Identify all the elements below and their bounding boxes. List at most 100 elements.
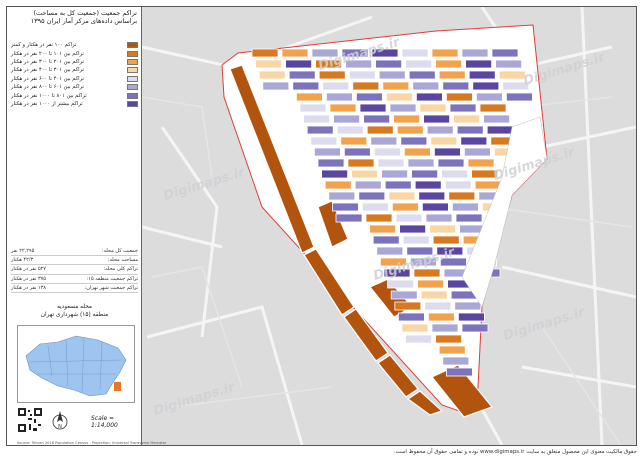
- census-block: [381, 169, 409, 179]
- stat-row: تراکم جمعیت شهر تهران: ۱۳۸ نفر در هکتار: [11, 284, 138, 293]
- census-block: [445, 92, 473, 102]
- census-block: [396, 125, 424, 135]
- census-block: [433, 147, 461, 157]
- stat-value: ۲۲,۲۹۵ نفر: [11, 248, 35, 254]
- census-block: [430, 136, 458, 146]
- census-block: [431, 323, 459, 333]
- census-block: [449, 103, 477, 113]
- census-block: [313, 147, 341, 157]
- legend-label: تراکم بین ۱۰۱ تا ۲۰۰ نفر در هکتار: [11, 50, 84, 57]
- stats-table: جمعیت کل محله: ۲۲,۲۹۵ نفر مساحت محله: ۴۲/۳ …: [11, 247, 138, 293]
- census-block: [414, 180, 442, 190]
- census-block: [495, 59, 523, 69]
- census-block: [455, 213, 483, 223]
- census-block: [375, 59, 403, 69]
- stat-value: ۱۳۸ نفر در هکتار: [11, 284, 46, 291]
- census-block: [419, 103, 447, 113]
- census-block: [299, 103, 327, 113]
- census-block: [262, 81, 290, 91]
- census-block: [358, 191, 386, 201]
- census-block: [333, 114, 361, 124]
- legend-item: تراکم بین ۳۰۱ تا ۴۰۰ نفر در هکتار: [11, 66, 138, 74]
- map-sheet: Digimaps.ir Digimaps.ir Digimaps.ir Digi…: [0, 0, 643, 461]
- census-block: [435, 59, 463, 69]
- census-block: [394, 301, 422, 311]
- census-block: [448, 191, 476, 201]
- legend-label: تراکم بین ۸۰۱ تا ۱۰۰۰ نفر در هکتار: [11, 92, 87, 99]
- census-block: [486, 125, 514, 135]
- census-block: [432, 235, 460, 245]
- census-block: [348, 70, 376, 80]
- census-block: [295, 92, 323, 102]
- census-block: [393, 114, 421, 124]
- census-block: [292, 81, 320, 91]
- census-block: [390, 290, 418, 300]
- stat-label: مساحت محله:: [107, 257, 138, 264]
- census-block: [336, 125, 364, 135]
- census-block: [438, 70, 466, 80]
- stat-value: ۵۲۷ نفر در هکتار: [11, 266, 46, 273]
- census-block: [335, 213, 363, 223]
- locator-svg: [25, 335, 127, 397]
- stat-label: جمعیت کل محله:: [101, 248, 138, 254]
- census-block: [424, 301, 452, 311]
- census-block: [417, 279, 445, 289]
- census-block: [401, 323, 429, 333]
- census-block: [343, 147, 371, 157]
- stat-label: تراکم جمعیت شهر تهران:: [84, 284, 138, 291]
- census-block: [475, 92, 503, 102]
- census-block: [438, 345, 466, 355]
- census-block: [461, 323, 489, 333]
- legend-swatch: [127, 84, 138, 91]
- neighborhood-name: محله مسعودیه: [56, 304, 93, 310]
- census-block: [403, 147, 431, 157]
- district-name: منطقه (۱۵) شهرداری تهران: [40, 312, 109, 318]
- census-block: [255, 59, 282, 69]
- north-arrow-icon: N: [51, 409, 69, 431]
- census-block: [399, 224, 427, 234]
- stat-row: تراکم کلی محله: ۵۲۷ نفر در هکتار: [11, 265, 138, 275]
- census-block: [354, 180, 382, 190]
- census-block: [405, 59, 433, 69]
- census-block: [391, 202, 419, 212]
- legend-item: تراکم بین ۶۰۱ تا ۸۰۰ نفر در هکتار: [11, 83, 138, 91]
- census-block: [306, 125, 334, 135]
- census-block: [397, 312, 425, 322]
- census-block: [387, 279, 415, 289]
- census-block: [429, 224, 457, 234]
- census-block: [285, 59, 313, 69]
- census-block: [384, 180, 412, 190]
- stat-value: ۳۷۵ نفر در هکتار: [11, 275, 46, 282]
- census-block: [453, 114, 481, 124]
- census-block: [418, 191, 446, 201]
- legend-label: تراکم بین ۴۰۱ تا ۶۰۰ نفر در هکتار: [11, 75, 84, 82]
- legend-item: تراکم بین ۸۰۱ تا ۱۰۰۰ نفر در هکتار: [11, 91, 138, 99]
- census-block: [402, 235, 430, 245]
- census-block: [251, 48, 279, 58]
- census-block: [442, 81, 470, 91]
- legend-item: تراکم بین ۱۰۱ تا ۲۰۰ نفر در هکتار: [11, 49, 138, 57]
- qr-code: [17, 407, 43, 433]
- stat-row: مساحت محله: ۴۲/۳ هکتار: [11, 256, 138, 266]
- north-label: N: [58, 424, 62, 430]
- census-block: [355, 92, 383, 102]
- stat-row: جمعیت کل محله: ۲۲,۲۹۵ نفر: [11, 247, 138, 257]
- census-block: [445, 367, 473, 377]
- census-block: [479, 103, 507, 113]
- census-block: [373, 147, 401, 157]
- census-block: [310, 136, 338, 146]
- map-view[interactable]: Digimaps.ir Digimaps.ir Digimaps.ir Digi…: [142, 7, 636, 445]
- census-block: [491, 48, 519, 58]
- legend-swatch: [127, 42, 138, 49]
- census-block: [457, 312, 485, 322]
- census-block: [329, 103, 357, 113]
- census-block: [303, 114, 331, 124]
- census-block: [281, 48, 309, 58]
- census-block: [325, 92, 353, 102]
- census-block: [423, 114, 451, 124]
- census-block: [441, 169, 469, 179]
- census-block: [378, 70, 406, 80]
- census-block: [317, 158, 345, 168]
- census-block: [359, 103, 387, 113]
- title-line-1: تراکم جمعیت (جمعیت کل به مساحت): [33, 9, 137, 17]
